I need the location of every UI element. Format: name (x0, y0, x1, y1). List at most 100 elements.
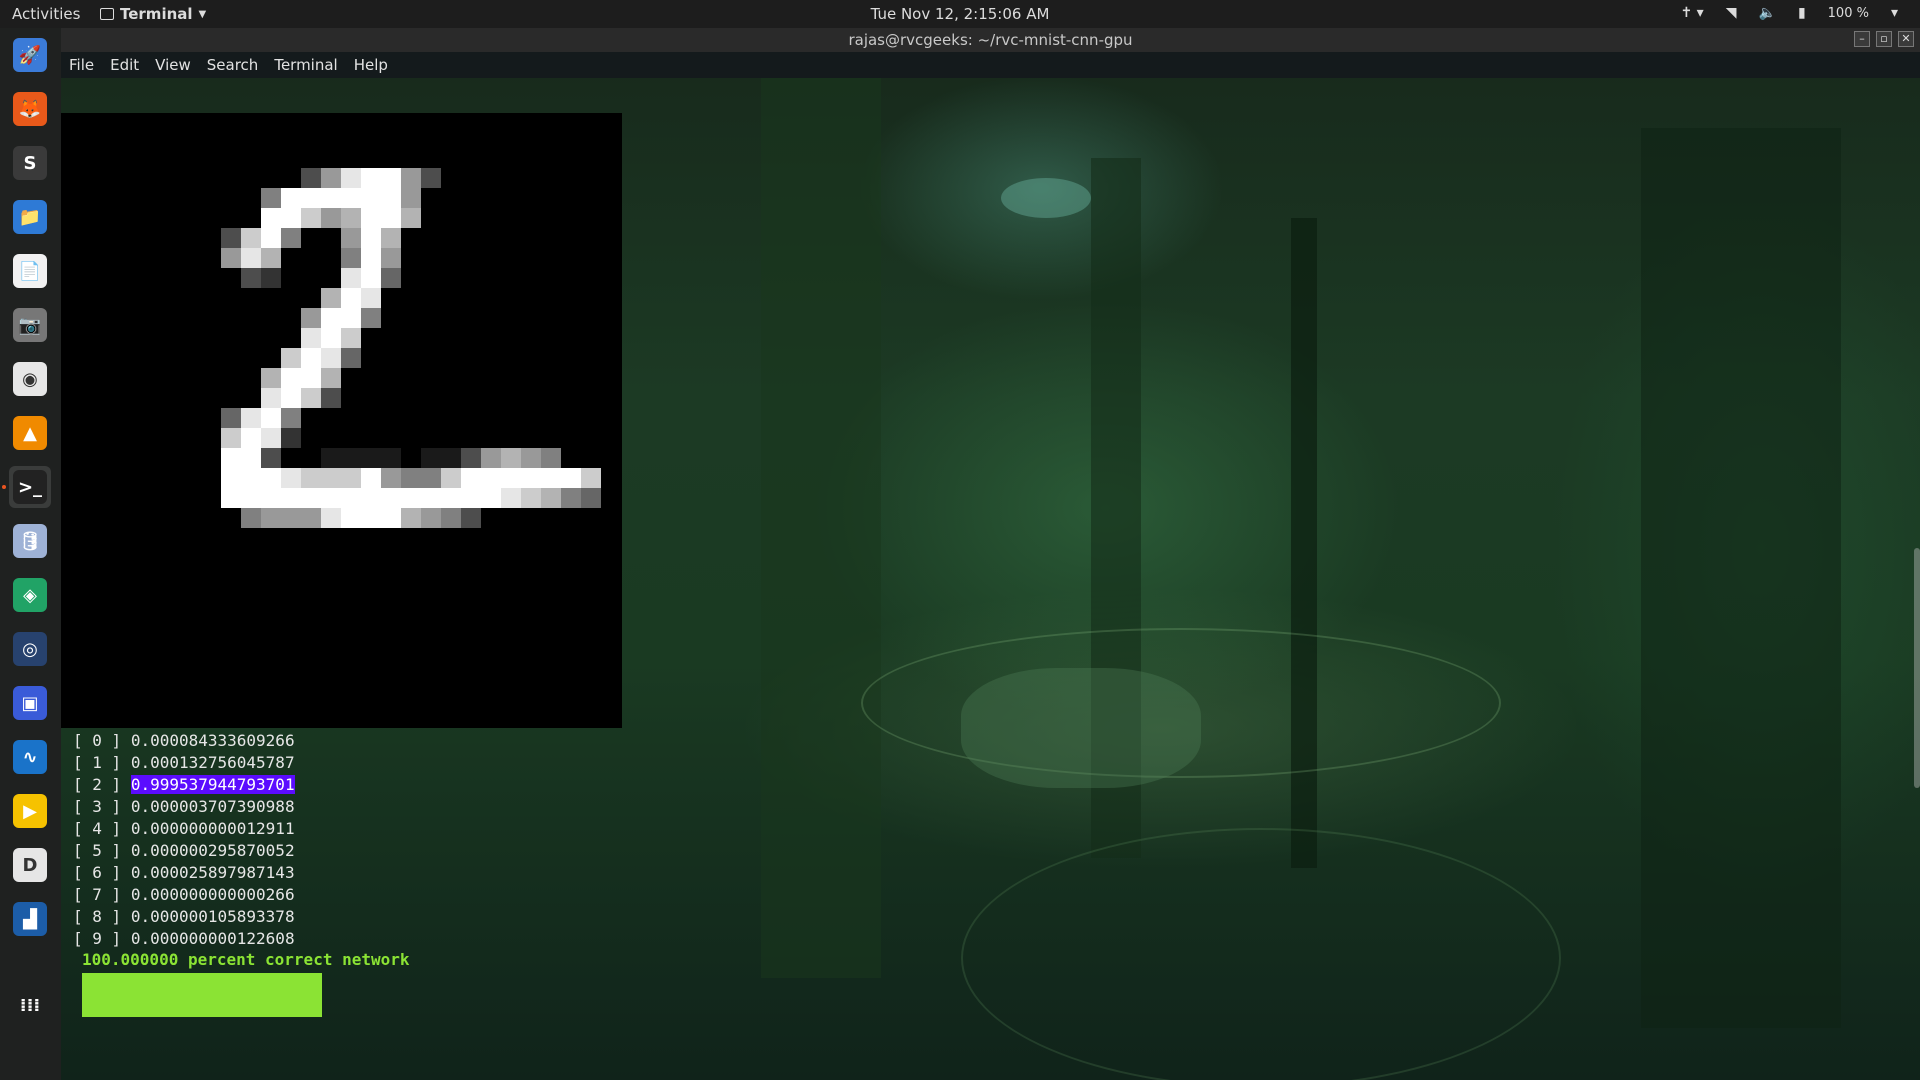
digit-pixel (261, 508, 281, 528)
rocket-launcher-icon[interactable]: 🚀 (9, 34, 51, 76)
show-apps-icon[interactable]: ⁞⁞⁞ (9, 984, 51, 1026)
digit-pixel (321, 188, 341, 208)
dock: 🚀 🦊 S 📁 📄 📷 ◉ ▲ >_ 🛢 ◈ ◎ ▣ ∿ ▶ D ▟ ⁞⁞⁞ (0, 28, 61, 1080)
system-menu-chevron-icon[interactable]: ▾ (1891, 5, 1898, 21)
terminal-icon-glyph: >_ (13, 470, 47, 504)
settings-disk-icon[interactable]: ◎ (9, 628, 51, 670)
prediction-row-5: [ 5 ] 0.000000295870052 (73, 841, 295, 860)
digit-pixel (381, 188, 401, 208)
accuracy-status: 100.000000 percent correct network (82, 950, 410, 969)
digit-pixel (241, 508, 261, 528)
digit-pixel (261, 248, 281, 268)
clock[interactable]: Tue Nov 12, 2:15:06 AM (871, 5, 1050, 23)
digit-pixel (381, 208, 401, 228)
wifi-icon[interactable]: ◥ (1726, 5, 1737, 21)
prediction-row-2: [ 2 ] 0.999537944793701 (73, 775, 295, 794)
digit-pixel (341, 188, 361, 208)
maximize-icon[interactable]: ▫ (1876, 31, 1892, 47)
prediction-output: [ 0 ] 0.000084333609266 [ 1 ] 0.00013275… (73, 730, 295, 950)
chrome-icon-glyph: ◉ (13, 362, 47, 396)
menu-terminal[interactable]: Terminal (272, 54, 339, 76)
screen-recorder-icon[interactable]: ▣ (9, 682, 51, 724)
digit-pixel (461, 488, 481, 508)
digit-pixel (361, 468, 381, 488)
files-icon[interactable]: 📁 (9, 196, 51, 238)
system-tray[interactable]: ✝︎ ▾ ◥ 🔈 ▮ 100 % ▾ (1681, 5, 1899, 21)
camera-icon[interactable]: 📷 (9, 304, 51, 346)
digit-pixel (321, 168, 341, 188)
waveform-icon[interactable]: ∿ (9, 736, 51, 778)
menu-search[interactable]: Search (205, 54, 261, 76)
prediction-row-4: [ 4 ] 0.000000000012911 (73, 819, 295, 838)
digit-pixel (301, 348, 321, 368)
menu-view[interactable]: View (153, 54, 193, 76)
close-icon[interactable]: ✕ (1898, 31, 1914, 47)
digit-pixel (341, 208, 361, 228)
digit-pixel (501, 488, 521, 508)
digit-pixel (381, 468, 401, 488)
terminal-icon[interactable]: >_ (9, 466, 51, 508)
window-titlebar[interactable]: rajas@rvcgeeks: ~/rvc-mnist-cnn-gpu – ▫ … (61, 28, 1920, 52)
digit-pixel (321, 308, 341, 328)
digit-pixel (381, 228, 401, 248)
vlc-icon-glyph: ▲ (13, 416, 47, 450)
activities-button[interactable]: Activities (12, 5, 80, 23)
digit-pixel (301, 488, 321, 508)
digit-pixel (261, 428, 281, 448)
d-app-icon-glyph: D (13, 848, 47, 882)
menu-edit[interactable]: Edit (108, 54, 141, 76)
digit-pixel (281, 348, 301, 368)
digit-pixel (461, 468, 481, 488)
digit-pixel (281, 408, 301, 428)
terminal-menubar: File Edit View Search Terminal Help (61, 52, 1920, 78)
digit-pixel (281, 468, 301, 488)
digit-pixel (321, 288, 341, 308)
accessibility-icon[interactable]: ✝︎ ▾ (1681, 5, 1704, 21)
play-store-icon[interactable]: ▶ (9, 790, 51, 832)
digit-pixel (321, 348, 341, 368)
menu-help[interactable]: Help (352, 54, 390, 76)
digit-pixel (401, 508, 421, 528)
digit-pixel (461, 448, 481, 468)
nvidia-icon[interactable]: ◈ (9, 574, 51, 616)
vlc-icon[interactable]: ▲ (9, 412, 51, 454)
digit-pixel (541, 468, 561, 488)
digit-pixel (221, 428, 241, 448)
digit-pixel (261, 388, 281, 408)
minimize-icon[interactable]: – (1854, 31, 1870, 47)
digit-pixel (241, 488, 261, 508)
menu-file[interactable]: File (67, 54, 96, 76)
digit-pixel (321, 468, 341, 488)
digit-pixel (261, 408, 281, 428)
database-icon-glyph: 🛢 (13, 524, 47, 558)
digit-pixel (521, 468, 541, 488)
digit-pixel (241, 448, 261, 468)
digit-pixel (241, 228, 261, 248)
bg-drum (961, 668, 1201, 788)
digit-pixel (541, 448, 561, 468)
digit-pixel (341, 448, 361, 468)
system-monitor-icon[interactable]: ▟ (9, 898, 51, 940)
chrome-icon[interactable]: ◉ (9, 358, 51, 400)
digit-pixel (301, 368, 321, 388)
d-app-icon[interactable]: D (9, 844, 51, 886)
terminal-window[interactable]: rajas@rvcgeeks: ~/rvc-mnist-cnn-gpu – ▫ … (61, 28, 1920, 1080)
digit-pixel (541, 488, 561, 508)
digit-pixel (401, 468, 421, 488)
digit-pixel (261, 188, 281, 208)
digit-pixel (361, 208, 381, 228)
text-editor-icon[interactable]: 📄 (9, 250, 51, 292)
app-menu[interactable]: Terminal ▼ (100, 5, 206, 23)
sublime-text-icon[interactable]: S (9, 142, 51, 184)
firefox-icon[interactable]: 🦊 (9, 88, 51, 130)
battery-icon[interactable]: ▮ (1798, 5, 1806, 21)
digit-pixel (381, 248, 401, 268)
volume-icon[interactable]: 🔈 (1759, 5, 1776, 21)
digit-pixel (241, 268, 261, 288)
database-icon[interactable]: 🛢 (9, 520, 51, 562)
prediction-row-1: [ 1 ] 0.000132756045787 (73, 753, 295, 772)
terminal-scrollbar[interactable] (1914, 548, 1920, 788)
app-menu-label: Terminal (120, 5, 193, 23)
window-title: rajas@rvcgeeks: ~/rvc-mnist-cnn-gpu (848, 31, 1133, 49)
bg-ring-2 (961, 828, 1561, 1080)
